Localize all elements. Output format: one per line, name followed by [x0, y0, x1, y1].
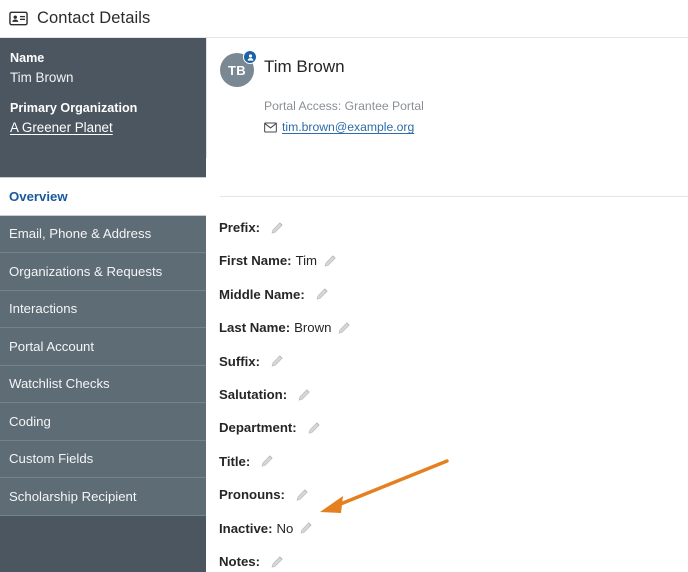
sidebar-item-label: Scholarship Recipient [9, 488, 137, 504]
contact-email-link[interactable]: tim.brown@example.org [282, 120, 414, 134]
contact-fields-list: Prefix: First Name: Tim Middle Name: Las… [219, 211, 679, 572]
sidebar-item-interactions[interactable]: Interactions [0, 290, 206, 328]
pencil-icon[interactable] [271, 355, 283, 367]
sidebar-item-label: Custom Fields [9, 451, 94, 467]
pencil-icon[interactable] [338, 322, 351, 334]
sidebar-item-label: Interactions [9, 301, 78, 317]
field-row-suffix: Suffix: [219, 345, 679, 378]
sidebar-item-label: Portal Account [9, 338, 95, 354]
field-label: Notes: [219, 554, 261, 569]
person-badge-icon [243, 50, 257, 64]
sidebar-item-email-phone-address[interactable]: Email, Phone & Address [0, 215, 206, 253]
person-glyph-icon [247, 53, 253, 61]
pencil-icon[interactable] [308, 422, 320, 434]
main-panel: TB Tim Brown Portal Access: Grantee Port… [206, 38, 688, 572]
sidebar-item-coding[interactable]: Coding [0, 403, 206, 441]
pencil-icon[interactable] [324, 255, 336, 267]
field-label: Prefix: [219, 220, 261, 236]
field-row-first-name: First Name: Tim [219, 244, 679, 277]
sidebar-name-label: Name [10, 51, 45, 65]
card-divider [220, 196, 688, 197]
pencil-icon[interactable] [271, 222, 283, 234]
field-row-notes: Notes: [219, 545, 679, 572]
field-value: No [276, 520, 294, 536]
sidebar-item-label: Email, Phone & Address [9, 226, 152, 242]
field-label: Middle Name: [219, 286, 305, 302]
sidebar-item-organizations-requests[interactable]: Organizations & Requests [0, 253, 206, 291]
envelope-icon [264, 122, 277, 133]
contact-email-row: tim.brown@example.org [264, 120, 688, 134]
sidebar-org-link[interactable]: A Greener Planet [10, 119, 196, 137]
field-row-last-name: Last Name: Brown [219, 311, 679, 344]
sidebar-org-label: Primary Organization [10, 101, 138, 116]
pencil-icon[interactable] [298, 389, 310, 401]
sidebar-item-watchlist-checks[interactable]: Watchlist Checks [0, 365, 206, 403]
page-header: Contact Details [0, 0, 688, 38]
field-label: Inactive: [219, 520, 273, 536]
field-row-prefix: Prefix: [219, 211, 679, 244]
field-value: Brown [294, 320, 332, 336]
sidebar-item-portal-account[interactable]: Portal Account [0, 328, 206, 366]
sidebar-item-overview[interactable]: Overview [0, 178, 206, 216]
sidebar-item-custom-fields[interactable]: Custom Fields [0, 440, 206, 478]
field-label: Department: [219, 420, 297, 436]
field-row-department: Department: [219, 411, 679, 444]
field-label: Last Name: [219, 320, 291, 336]
pencil-icon[interactable] [316, 288, 328, 301]
contact-card: TB Tim Brown Portal Access: Grantee Port… [206, 38, 688, 197]
field-row-inactive: Inactive: No [219, 512, 679, 545]
field-row-salutation: Salutation: [219, 378, 679, 411]
sidebar-item-scholarship-recipient[interactable]: Scholarship Recipient [0, 478, 206, 516]
contact-name: Tim Brown [264, 57, 345, 76]
sidebar-nav: Overview Email, Phone & Address Organiza… [0, 177, 206, 516]
field-value: Tim [295, 253, 318, 269]
sidebar: Name Tim Brown Primary Organization A Gr… [0, 38, 206, 572]
contact-details-page: Contact Details Name Tim Brown Primary O… [0, 0, 688, 572]
field-row-title: Title: [219, 445, 679, 478]
contact-card-heading: TB Tim Brown [220, 50, 688, 87]
field-label: Pronouns: [219, 487, 285, 503]
page-title: Contact Details [37, 9, 151, 28]
sidebar-summary: Name Tim Brown Primary Organization A Gr… [0, 38, 206, 177]
field-label: Suffix: [219, 353, 261, 369]
pencil-icon[interactable] [300, 522, 312, 534]
sidebar-item-label: Organizations & Requests [9, 263, 163, 279]
avatar-wrap: TB [220, 50, 257, 87]
sidebar-name-value: Tim Brown [10, 70, 74, 85]
contact-card-icon [9, 11, 28, 26]
pencil-icon[interactable] [261, 455, 273, 468]
field-label: Title: [219, 453, 251, 469]
sidebar-item-label: Overview [9, 188, 68, 204]
sidebar-item-label: Watchlist Checks [9, 376, 110, 392]
sidebar-item-label: Coding [9, 413, 51, 429]
field-row-pronouns: Pronouns: [219, 478, 679, 511]
portal-access-text: Portal Access: Grantee Portal [264, 99, 424, 113]
field-row-middle-name: Middle Name: [219, 278, 679, 311]
field-label: First Name: [219, 253, 292, 269]
pencil-icon[interactable] [271, 555, 283, 568]
field-label: Salutation: [219, 387, 288, 403]
pencil-icon[interactable] [296, 489, 308, 501]
